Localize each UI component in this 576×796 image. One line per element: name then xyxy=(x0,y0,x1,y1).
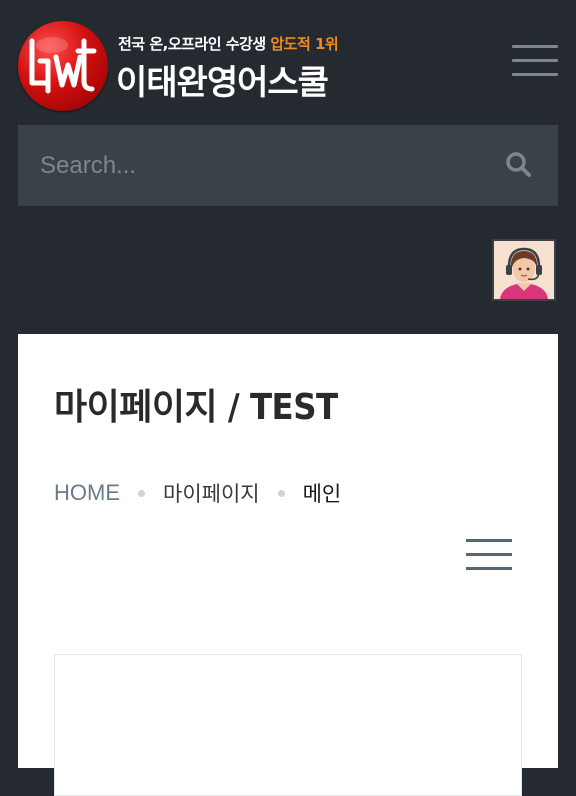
breadcrumb-mypage-link[interactable]: 마이페이지 xyxy=(163,478,260,508)
tagline-text: 전국 온,오프라인 수강생 xyxy=(118,35,271,53)
logo-icon[interactable] xyxy=(18,21,108,111)
site-header: 전국 온,오프라인 수강생 압도적 1위 이태완영어스쿨 xyxy=(0,0,576,120)
breadcrumb: HOME 마이페이지 메인 xyxy=(54,478,341,508)
hamburger-icon-bar xyxy=(512,73,558,76)
hamburger-icon-bar xyxy=(466,553,512,556)
hamburger-icon-bar xyxy=(466,567,512,570)
page-title: 마이페이지 / TEST xyxy=(54,387,338,428)
breadcrumb-separator xyxy=(277,489,285,497)
content-card: 마이페이지 / TEST HOME 마이페이지 메인 xyxy=(18,334,558,796)
main-menu-button[interactable] xyxy=(512,45,560,79)
breadcrumb-home-link[interactable]: HOME xyxy=(54,480,120,506)
content-panel xyxy=(54,654,522,796)
search-input[interactable] xyxy=(38,145,482,187)
hamburger-icon-bar xyxy=(466,539,512,542)
hamburger-icon-bar xyxy=(512,59,558,62)
hamburger-icon-bar xyxy=(512,45,558,48)
tagline-accent: 압도적 1위 xyxy=(270,35,339,53)
breadcrumb-current: 메인 xyxy=(302,482,342,506)
brand-name[interactable]: 이태완영어스쿨 xyxy=(116,55,329,104)
search-bar xyxy=(18,125,558,206)
breadcrumb-separator xyxy=(138,489,145,497)
search-icon[interactable] xyxy=(504,150,532,178)
support-agent-icon[interactable] xyxy=(492,239,556,301)
page-menu-button[interactable] xyxy=(466,539,514,573)
header-tagline: 전국 온,오프라인 수강생 압도적 1위 xyxy=(118,33,339,54)
